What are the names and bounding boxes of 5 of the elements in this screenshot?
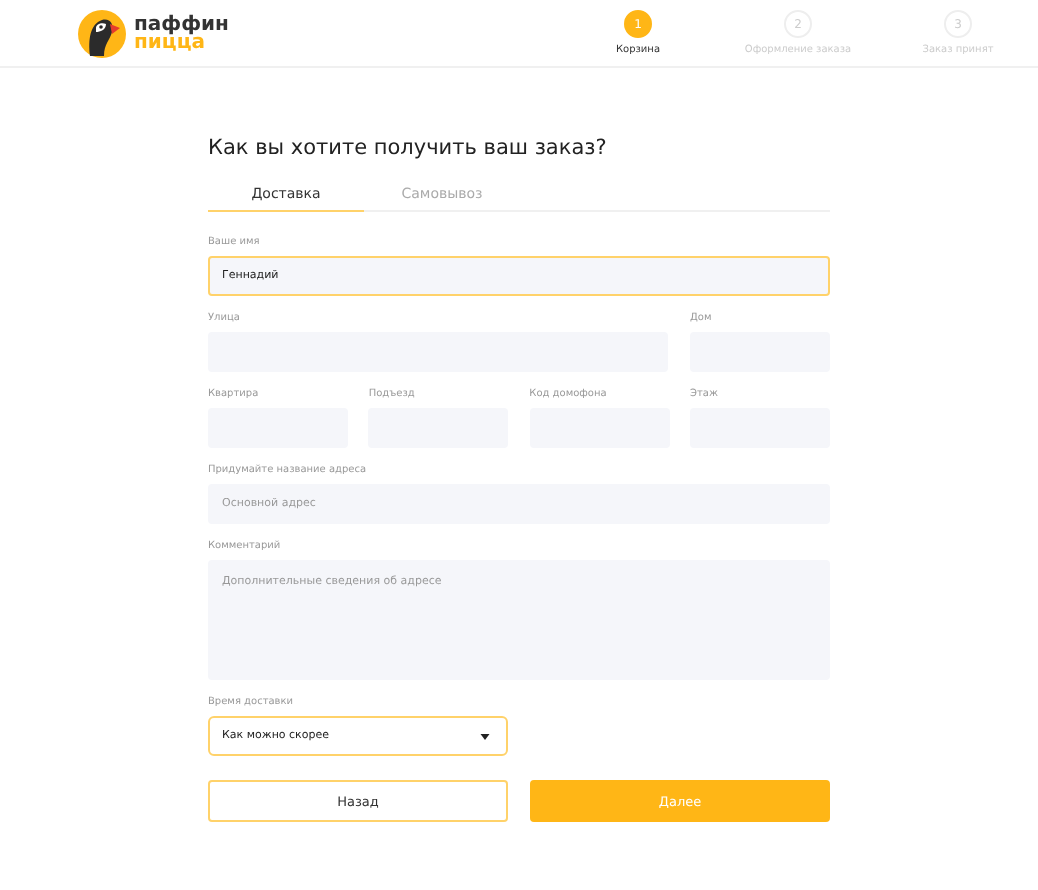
caret-icon — [480, 733, 490, 739]
logo-wordmark-top: паффин — [134, 15, 229, 33]
puffin-logo-icon — [76, 7, 128, 59]
logo-wordmark-bottom: пицца — [134, 33, 205, 51]
form-title: Как вы хотите получить ваш заказ? — [208, 136, 609, 160]
